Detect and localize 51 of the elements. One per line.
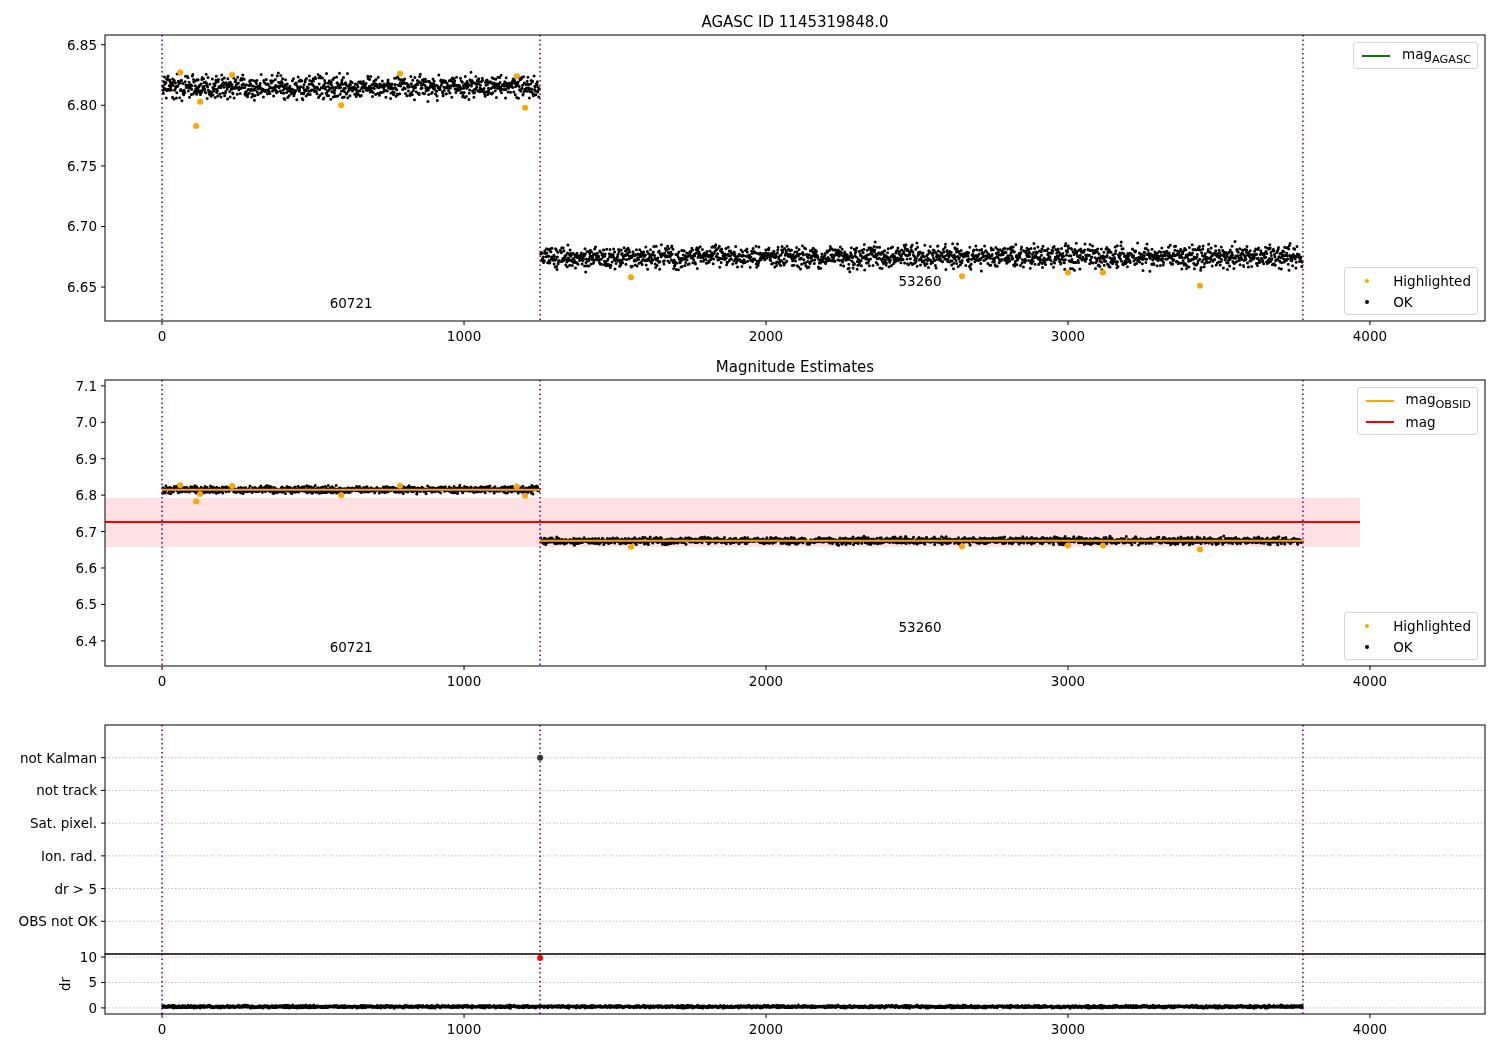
annotation-label: 53260	[898, 272, 942, 289]
tick-label: not track	[36, 782, 97, 799]
tick-label: 0	[157, 673, 167, 689]
legend-label: OK	[1393, 293, 1413, 310]
tick-label: 4000	[1352, 328, 1388, 344]
tick-label: 6.65	[66, 279, 97, 296]
tick-label: 6.5	[75, 596, 97, 613]
tick-label: 6.6	[75, 560, 97, 576]
tick-label: 10	[79, 949, 97, 966]
tick-label: 2000	[748, 1021, 784, 1037]
tick-label: 5	[88, 974, 97, 991]
legend-label: Highlighted	[1393, 617, 1471, 634]
tick-label: 7.0	[75, 414, 97, 431]
tick-label: 6.80	[66, 97, 97, 114]
annotation-label: 53260	[898, 619, 942, 636]
tick-label: 6.7	[75, 523, 97, 540]
tick-label: 4000	[1352, 1021, 1388, 1037]
tick-label: 7.1	[75, 377, 97, 394]
tick-label: 6.85	[66, 36, 97, 53]
tick-label: 3000	[1050, 328, 1086, 344]
legend-label: OK	[1393, 638, 1413, 655]
tick-label: 6.4	[75, 632, 97, 649]
tick-label: 1000	[446, 1021, 482, 1037]
tick-label: 4000	[1352, 673, 1388, 689]
tick-label: 6.8	[75, 487, 97, 504]
tick-label: 2000	[748, 328, 784, 344]
tick-label: not Kalman	[19, 749, 97, 766]
tick-label: 3000	[1050, 673, 1086, 689]
tick-label: dr > 5	[54, 880, 97, 897]
tick-label: 0	[88, 999, 97, 1016]
tick-label: Sat. pixel.	[30, 815, 97, 832]
chart-title: Magnitude Estimates	[715, 358, 875, 376]
tick-label: 2000	[748, 673, 784, 689]
tick-label: 1000	[446, 673, 482, 689]
chart-title: AGASC ID 1145319848.0	[701, 13, 889, 31]
axis-label: dr	[57, 976, 73, 992]
tick-label: OBS not OK	[18, 913, 97, 930]
tick-label: 3000	[1050, 1021, 1086, 1037]
legend-label: mag$_{OBSID}$	[1405, 390, 1471, 411]
tick-label: 6.70	[66, 218, 97, 235]
tick-label: 0	[157, 1021, 167, 1037]
tick-label: 6.9	[75, 450, 97, 467]
tick-label: 6.75	[66, 157, 97, 174]
tick-label: Ion. rad.	[40, 847, 97, 864]
tick-label: 0	[157, 328, 167, 344]
tick-label: 1000	[446, 328, 482, 344]
legend-label: mag	[1405, 413, 1436, 430]
legend-label: mag$_{AGASC}$	[1402, 45, 1471, 66]
legend-label: Highlighted	[1393, 272, 1471, 289]
annotation-label: 60721	[329, 639, 373, 656]
annotation-label: 60721	[329, 294, 373, 311]
